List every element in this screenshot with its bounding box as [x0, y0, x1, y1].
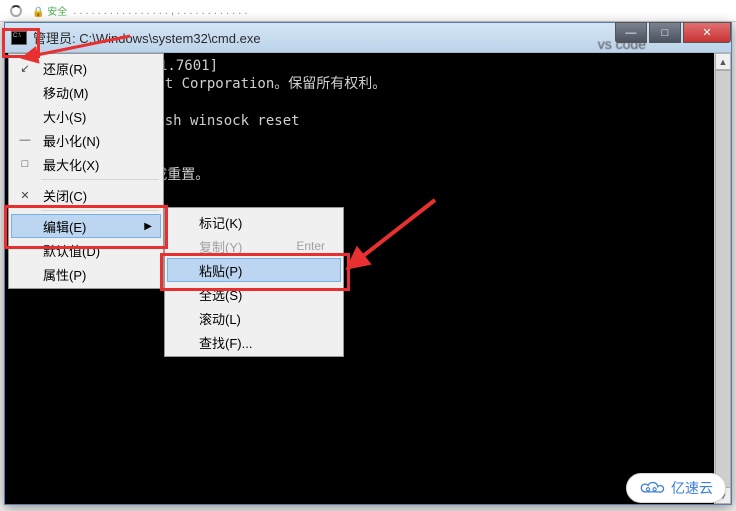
watermark-text: 亿速云 — [671, 478, 713, 498]
menu-label: 关闭(C) — [43, 186, 87, 205]
menu-defaults[interactable]: 默认值(D) — [11, 238, 161, 262]
menu-find[interactable]: 查找(F)... — [167, 330, 341, 354]
scroll-thumb[interactable] — [715, 70, 731, 500]
menu-label: 查找(F)... — [199, 333, 252, 352]
menu-scroll[interactable]: 滚动(L) — [167, 306, 341, 330]
edit-submenu: 标记(K) 复制(Y) Enter 粘贴(P) 全选(S) 滚动(L) 查找(F… — [164, 207, 344, 357]
maximize-icon: □ — [15, 158, 35, 170]
menu-label: 最大化(X) — [43, 155, 99, 174]
menu-accelerator: Enter — [296, 239, 325, 253]
menu-maximize[interactable]: □ 最大化(X) — [11, 152, 161, 176]
menu-size[interactable]: 大小(S) — [11, 104, 161, 128]
close-icon: ✕ — [15, 189, 35, 202]
lock-icon: 🔒 安全 — [32, 3, 67, 18]
menu-label: 粘贴(P) — [199, 261, 242, 280]
vertical-scrollbar[interactable]: ▲ ▼ — [714, 53, 731, 504]
menu-label: 编辑(E) — [43, 217, 86, 236]
minimize-icon: — — [15, 134, 35, 146]
menu-label: 滚动(L) — [199, 309, 241, 328]
maximize-button[interactable]: □ — [649, 22, 681, 43]
close-button[interactable]: ✕ — [683, 22, 731, 43]
menu-paste[interactable]: 粘贴(P) — [167, 258, 341, 282]
submenu-arrow-icon: ▶ — [144, 221, 152, 232]
watermark-badge: 亿速云 — [626, 473, 726, 503]
cloud-icon — [639, 480, 665, 496]
menu-label: 还原(R) — [43, 59, 87, 78]
cmd-icon[interactable] — [11, 31, 27, 45]
menu-copy: 复制(Y) Enter — [167, 234, 341, 258]
menu-label: 最小化(N) — [43, 131, 100, 150]
menu-label: 复制(Y) — [199, 237, 242, 256]
menu-label: 大小(S) — [43, 107, 86, 126]
menu-edit[interactable]: 编辑(E) ▶ — [11, 214, 161, 238]
menu-move[interactable]: 移动(M) — [11, 80, 161, 104]
menu-label: 属性(P) — [43, 265, 86, 284]
system-menu: ↙ 还原(R) 移动(M) 大小(S) — 最小化(N) □ 最大化(X) ✕ … — [8, 53, 164, 289]
menu-close[interactable]: ✕ 关闭(C) — [11, 183, 161, 207]
scroll-up-arrow-icon[interactable]: ▲ — [715, 53, 731, 70]
background-hint-text: vs code — [598, 36, 646, 52]
menu-separator — [41, 179, 159, 180]
restore-icon: ↙ — [15, 62, 35, 75]
loading-spinner-icon — [10, 5, 22, 17]
menu-selectall[interactable]: 全选(S) — [167, 282, 341, 306]
window-title: 管理员: C:\Windows\system32\cmd.exe — [33, 28, 261, 47]
menu-separator — [41, 210, 159, 211]
menu-mark[interactable]: 标记(K) — [167, 210, 341, 234]
menu-label: 默认值(D) — [43, 241, 100, 260]
menu-restore[interactable]: ↙ 还原(R) — [11, 56, 161, 80]
browser-tab-bar: 🔒 安全 . . . . . . . . . . . . . . . . , .… — [0, 0, 736, 22]
menu-minimize[interactable]: — 最小化(N) — [11, 128, 161, 152]
menu-label: 移动(M) — [43, 83, 89, 102]
menu-label: 全选(S) — [199, 285, 242, 304]
url-text: . . . . . . . . . . . . . . . . , . . . … — [73, 5, 247, 17]
menu-properties[interactable]: 属性(P) — [11, 262, 161, 286]
menu-label: 标记(K) — [199, 213, 242, 232]
